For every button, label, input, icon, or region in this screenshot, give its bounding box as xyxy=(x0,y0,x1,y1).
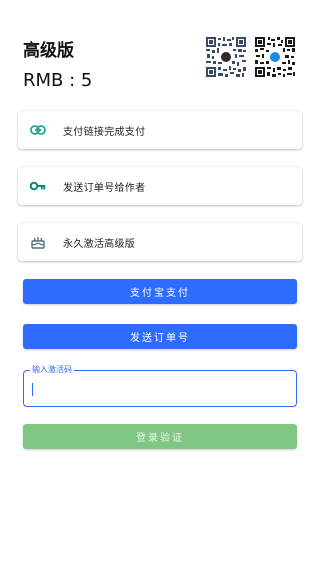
activation-code-field[interactable]: 输入激活码 xyxy=(23,365,297,407)
activation-code-input[interactable] xyxy=(34,379,284,399)
qr-code-left xyxy=(205,36,247,78)
qr-code-right xyxy=(254,36,296,78)
send-order-number-button[interactable]: 发送订单号 xyxy=(23,324,297,349)
alipay-pay-button[interactable]: 支付宝支付 xyxy=(23,279,297,304)
link-icon xyxy=(28,122,48,138)
qr-logo-badge xyxy=(220,51,232,63)
page-title: 高级版 xyxy=(23,41,74,61)
card-send-order[interactable]: 发送订单号给作者 xyxy=(18,167,302,205)
card-label: 发送订单号给作者 xyxy=(63,182,146,194)
text-cursor xyxy=(32,383,33,396)
card-label: 永久激活高级版 xyxy=(63,238,136,250)
key-icon xyxy=(28,178,48,194)
price-label: RMB : 5 xyxy=(23,70,93,91)
card-payment-link[interactable]: 支付链接完成支付 xyxy=(18,111,302,149)
login-verify-button[interactable]: 登录验证 xyxy=(23,424,297,449)
card-label: 支付链接完成支付 xyxy=(63,126,146,138)
qr-logo-badge xyxy=(269,51,281,63)
activation-code-label: 输入激活码 xyxy=(30,365,74,375)
card-activate-premium[interactable]: 永久激活高级版 xyxy=(18,223,302,261)
cake-icon xyxy=(28,234,48,250)
